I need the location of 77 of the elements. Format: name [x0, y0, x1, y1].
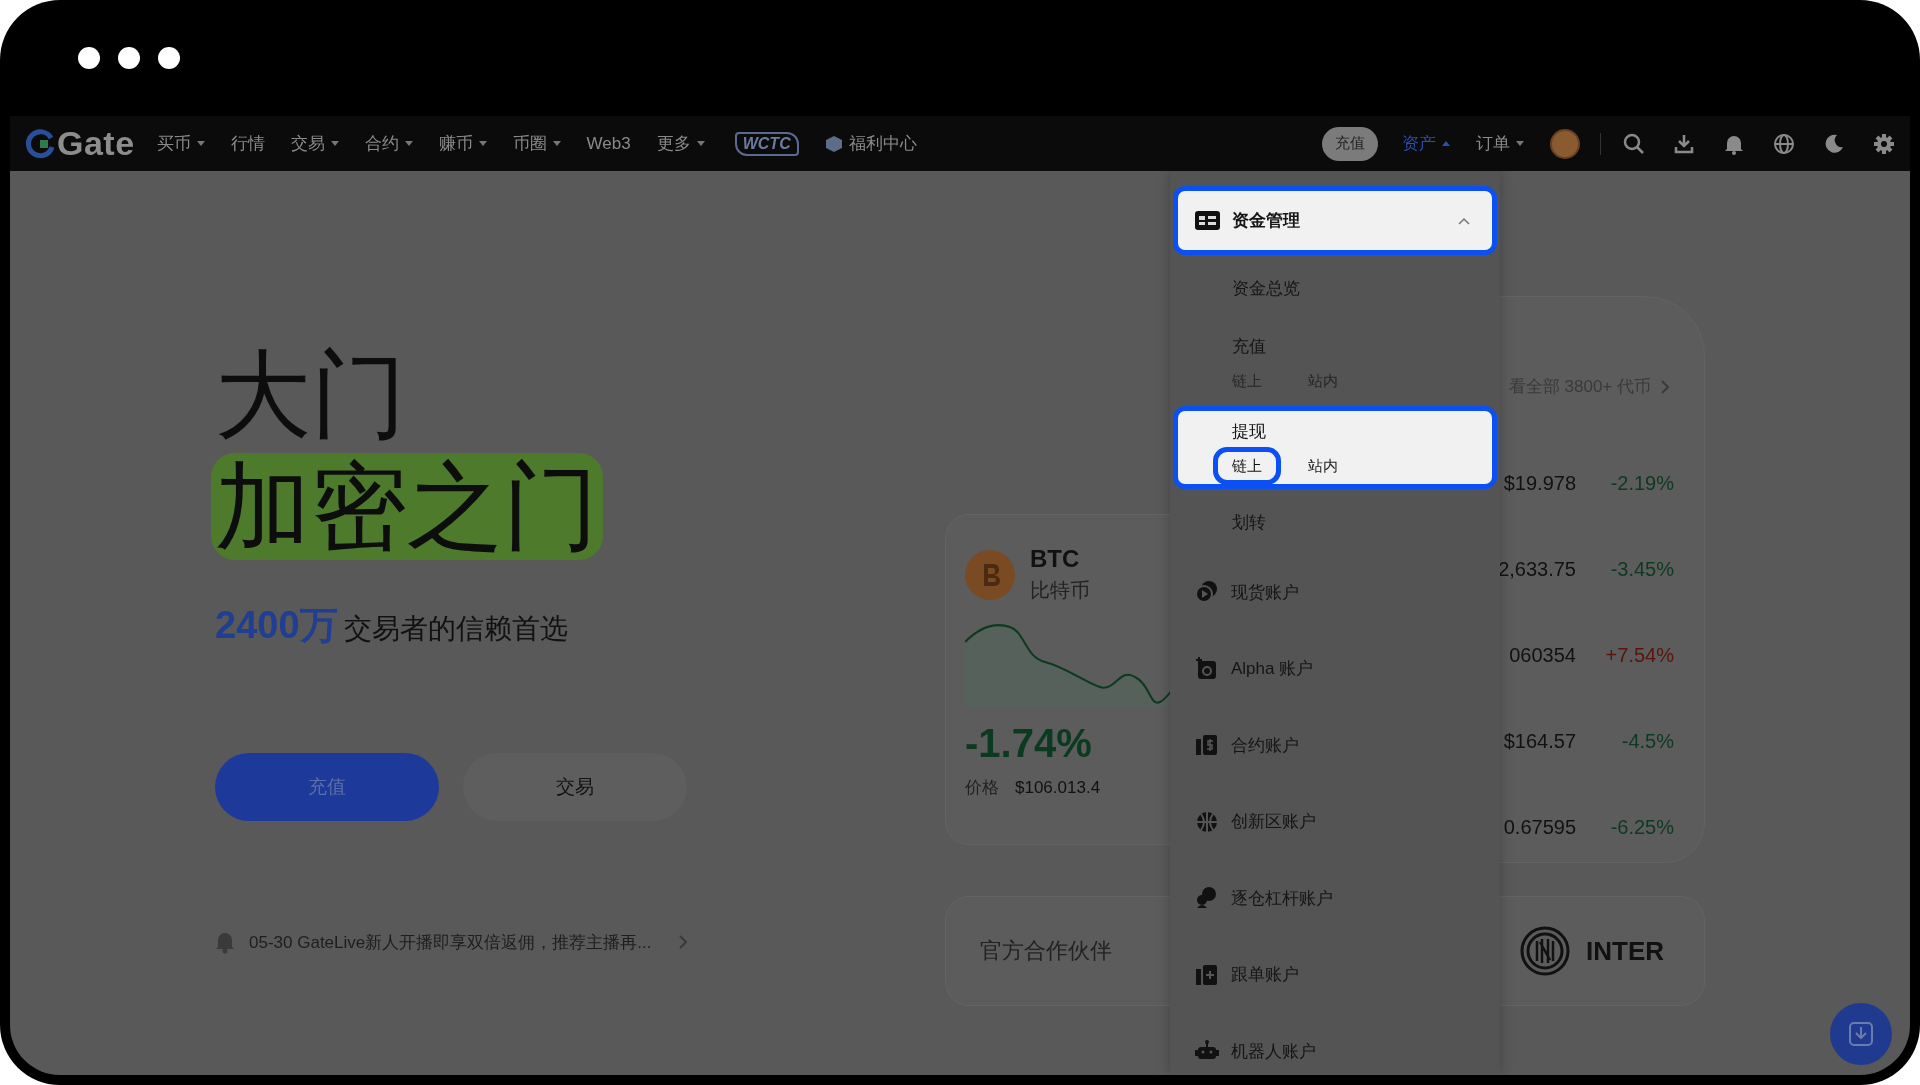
account-link[interactable]: 创新区账户 [1231, 810, 1316, 834]
coin-price: $164.57 [1503, 729, 1576, 753]
chevron-icon [1458, 216, 1470, 225]
card-icon [1195, 656, 1219, 681]
caret-icon [404, 141, 413, 146]
settings-icon[interactable] [1873, 132, 1895, 155]
price-change: +7.54% [1604, 643, 1674, 667]
price-label: 价格 [965, 777, 999, 799]
logo-icon[interactable] [25, 128, 55, 159]
hero-title: 大门 [215, 340, 407, 450]
announcement-link[interactable]: 05-30 GateLive新人开播即享双倍返佣，推荐主播再... [249, 930, 652, 954]
account-link[interactable]: 合约账户 [1231, 733, 1299, 757]
network-option[interactable]: 链上 [1213, 447, 1281, 485]
bitcoin-icon [965, 549, 1015, 600]
avatar[interactable] [1550, 128, 1580, 159]
menu-link-label: 提现 [1232, 421, 1267, 443]
caret-icon [1442, 141, 1450, 146]
account-link[interactable]: 机器人账户 [1231, 1039, 1316, 1063]
price-change: -4.5% [1620, 729, 1674, 753]
card-icon [1195, 962, 1219, 987]
deposit-button[interactable]: 充值 [215, 753, 439, 821]
price-change: -2.19% [1609, 471, 1674, 495]
price-value: $106.013.4 [1015, 777, 1101, 798]
account-link[interactable]: 现货账户 [1231, 580, 1299, 604]
menu-link[interactable]: 划转 [1173, 491, 1497, 553]
user-count: 2400万 [215, 603, 338, 648]
partner-name: INTER [1586, 935, 1664, 967]
deposit-button[interactable]: 充值 [1322, 126, 1378, 161]
tagline: 交易者的信赖首选 [343, 612, 568, 646]
nav-menu-item[interactable]: Web3 [586, 133, 631, 154]
caret-icon [196, 141, 205, 146]
caret-icon [696, 141, 705, 146]
wallet-icon [1195, 733, 1219, 758]
hero-title: 加密之门 [211, 453, 603, 560]
nav-menu-item[interactable]: 合约 [364, 132, 413, 155]
club-crest-icon [1520, 926, 1570, 976]
nav-menu-item[interactable]: 交易 [290, 132, 339, 155]
partner-label: 官方合作伙伴 [980, 937, 1112, 965]
moon-icon[interactable] [1823, 132, 1845, 155]
coin-price: $19.978 [1503, 471, 1576, 495]
caret-icon [330, 141, 339, 146]
nav-menu-item[interactable]: 买币 [156, 132, 205, 155]
menu-link[interactable]: 提现 链上 站内 [1173, 406, 1497, 489]
logo-text[interactable]: Gate [57, 124, 135, 163]
price-change: -6.25% [1609, 815, 1674, 839]
trade-button[interactable]: 交易 [463, 753, 687, 821]
nav-menu-item[interactable]: 行情 [230, 132, 265, 155]
download-icon[interactable] [1830, 1003, 1892, 1065]
caret-icon [552, 141, 561, 146]
coin-symbol: BTC [1030, 545, 1081, 573]
bell-icon [215, 930, 235, 954]
account-link[interactable]: 跟单账户 [1231, 963, 1299, 987]
coin-price: 060354 [1509, 643, 1576, 667]
id-card-icon [1195, 211, 1220, 230]
cube-icon [824, 134, 843, 153]
download-icon[interactable] [1673, 132, 1695, 155]
account-link[interactable]: 逐仓杠杆账户 [1231, 886, 1333, 910]
coin-price: 2,633.75 [1498, 557, 1576, 581]
event-logo[interactable]: WCTC [734, 131, 799, 156]
price-change: -1.74% [965, 721, 1093, 766]
fund-management-section[interactable]: 资金管理 [1173, 186, 1497, 255]
nav-menu-item[interactable]: 币圈 [512, 132, 561, 155]
coin-price: 0.67595 [1503, 815, 1576, 839]
nav-menu-item[interactable]: 资产 [1402, 132, 1450, 155]
nav-menu-item[interactable]: 订单 [1476, 132, 1524, 155]
menu-link[interactable]: 资金总览 [1173, 257, 1497, 319]
coin-name: 比特币 [1030, 578, 1090, 603]
nav-menu-item[interactable]: 更多 [656, 132, 705, 155]
caret-icon [478, 141, 487, 146]
price-change: -3.45% [1609, 557, 1674, 581]
search-icon[interactable] [1623, 132, 1645, 155]
rewards-link[interactable]: 福利中心 [848, 132, 917, 155]
menu-link-label: 充值 [1232, 336, 1267, 358]
account-link[interactable]: Alpha 账户 [1231, 657, 1314, 681]
network-option[interactable]: 站内 [1289, 447, 1357, 485]
nav-menu-item[interactable]: 赚币 [438, 132, 487, 155]
caret-icon [1516, 141, 1524, 146]
